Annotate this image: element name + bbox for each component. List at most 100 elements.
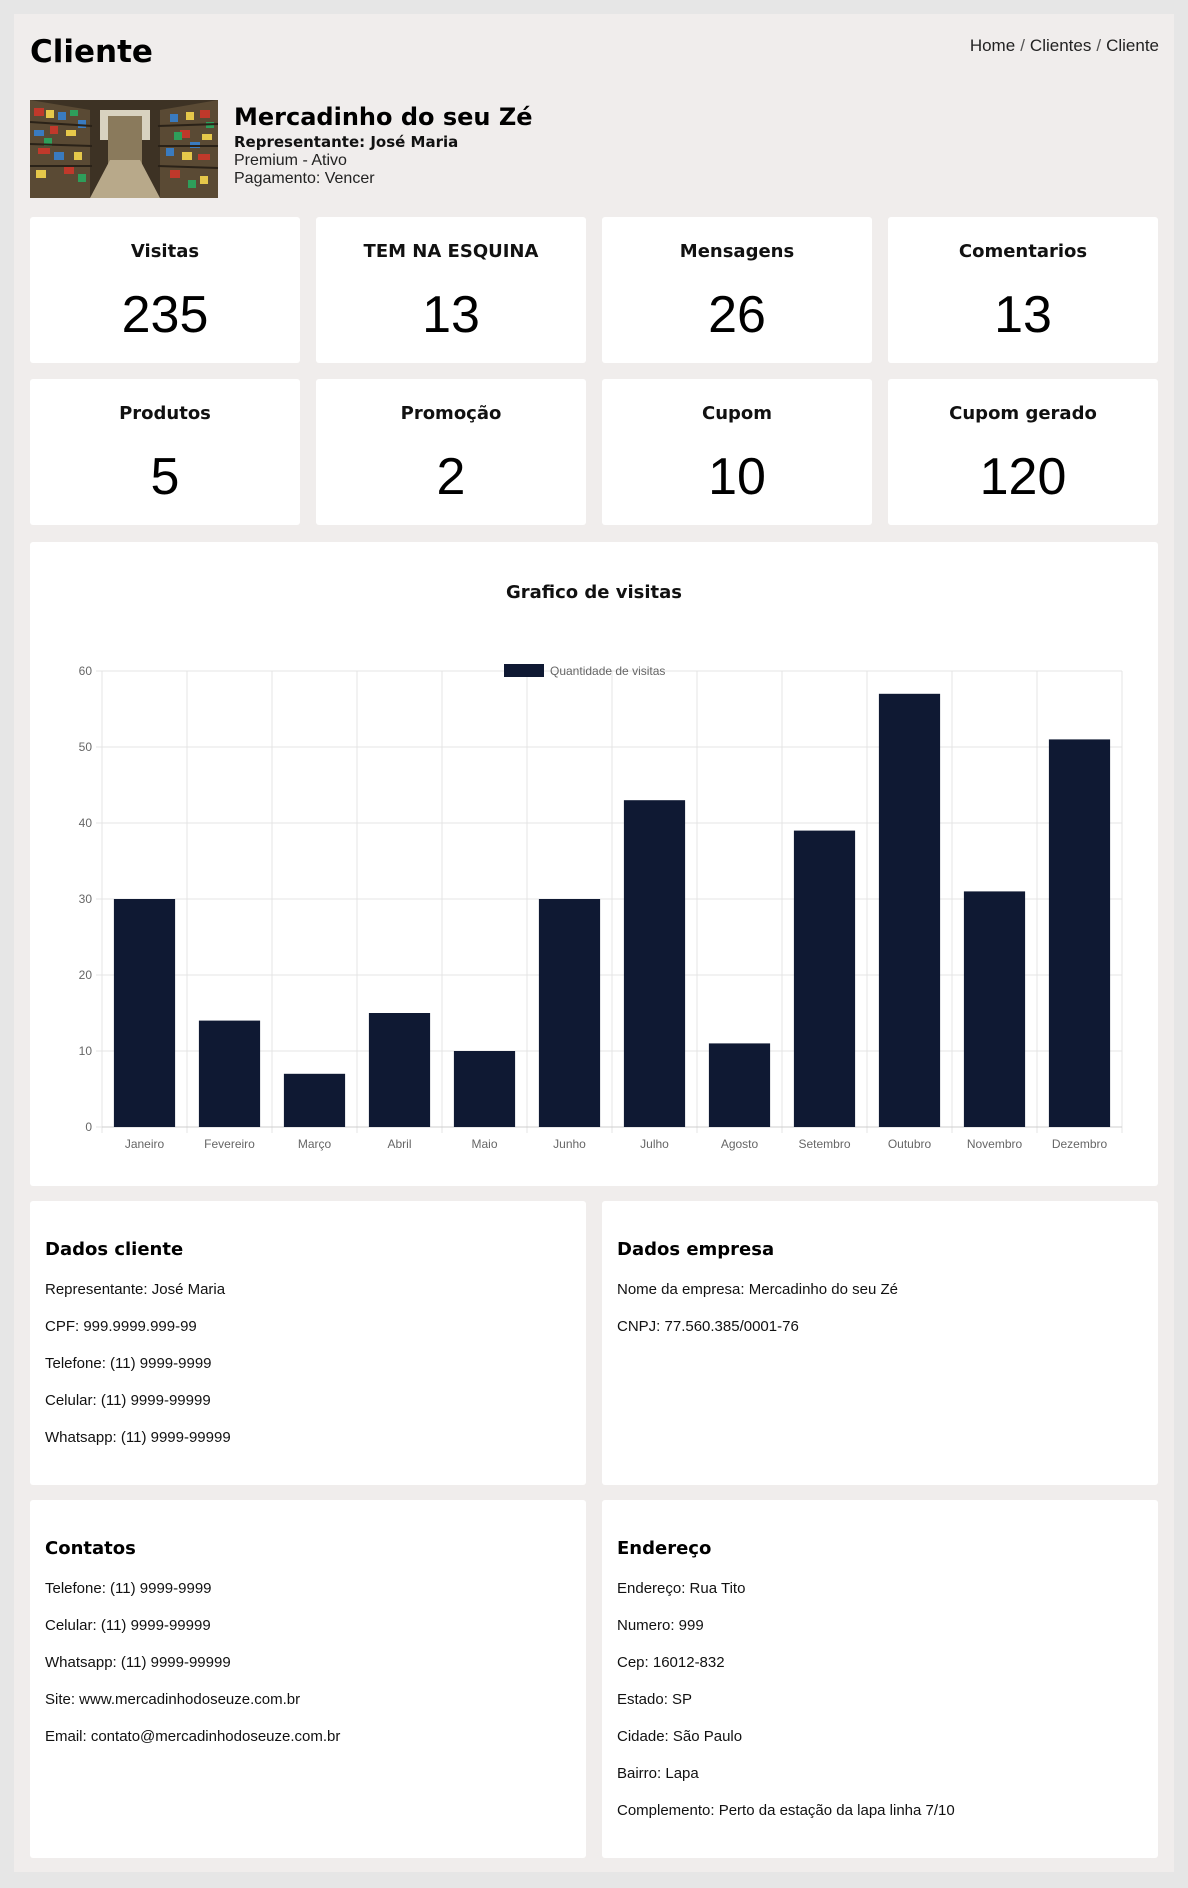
- x-tick-label: Setembro: [798, 1137, 850, 1151]
- legend-swatch: [504, 664, 544, 677]
- info-line-cpf: CPF: 999.9999.999-99: [45, 1318, 197, 1335]
- info-line-numero: Numero: 999: [617, 1617, 704, 1634]
- info-line-estado: Estado: SP: [617, 1691, 693, 1708]
- y-tick-label: 20: [79, 968, 93, 982]
- info-line-site: Site: www.mercadinhodoseuze.com.br: [45, 1691, 301, 1708]
- info-line-telefone: Telefone: (11) 9999-9999: [45, 1355, 212, 1372]
- info-line-endereco: Endereço: Rua Tito: [617, 1580, 746, 1597]
- info-line-complemento: Complemento: Perto da estação da lapa li…: [617, 1802, 955, 1819]
- info-line-email: Email: contato@mercadinhodoseuze.com.br: [45, 1728, 341, 1745]
- info-list: Nome da empresa: Mercadinho do seu Zé CN…: [617, 1281, 898, 1355]
- store-name: Mercadinho do seu Zé: [234, 103, 533, 131]
- info-line-bairro: Bairro: Lapa: [617, 1765, 699, 1782]
- info-list: Telefone: (11) 9999-9999 Celular: (11) 9…: [45, 1580, 340, 1765]
- stat-card-comentarios: Comentarios 13: [888, 217, 1158, 363]
- stat-card-promocao: Promoção 2: [316, 379, 586, 525]
- info-list: Endereço: Rua Tito Numero: 999 Cep: 1601…: [617, 1580, 955, 1839]
- bar-dezembro: [1048, 739, 1111, 1127]
- stat-card-cupom: Cupom 10: [602, 379, 872, 525]
- card-title: Contatos: [45, 1538, 136, 1559]
- bar-julho: [623, 800, 686, 1127]
- stat-value: 10: [708, 448, 766, 506]
- bar-março: [283, 1073, 346, 1127]
- breadcrumb-separator: /: [1020, 36, 1025, 55]
- bar-setembro: [793, 830, 856, 1127]
- dados-empresa-card: Dados empresa Nome da empresa: Mercadinh…: [602, 1201, 1158, 1485]
- info-line-cnpj: CNPJ: 77.560.385/0001-76: [617, 1318, 799, 1335]
- stat-label: Mensagens: [679, 241, 795, 262]
- info-line-telefone: Telefone: (11) 9999-9999: [45, 1580, 212, 1597]
- stat-card-visitas: Visitas 235: [30, 217, 300, 363]
- x-tick-label: Maio: [471, 1137, 497, 1151]
- visits-bar-chart: 0 10 20 30 40 50 60 Janeiro Fevereiro Março Abril M…: [79, 664, 1123, 1151]
- bar-novembro: [963, 891, 1026, 1127]
- dados-cliente-card: Dados cliente Representante: José Maria …: [30, 1201, 586, 1485]
- bar-outubro: [878, 693, 941, 1127]
- y-tick-label: 60: [79, 664, 93, 678]
- stat-value: 26: [708, 286, 766, 344]
- bar-fevereiro: [198, 1020, 261, 1127]
- bar-maio: [453, 1051, 516, 1127]
- stat-label: Promoção: [400, 403, 502, 424]
- bar-junho: [538, 899, 601, 1127]
- x-tick-label: Abril: [387, 1137, 411, 1151]
- card-title: Dados empresa: [617, 1239, 775, 1260]
- info-line-representante: Representante: José Maria: [45, 1281, 226, 1298]
- x-tick-label: Agosto: [721, 1137, 759, 1151]
- card-title: Endereço: [617, 1538, 712, 1559]
- breadcrumb-current: Cliente: [1106, 36, 1159, 55]
- bar-abril: [368, 1013, 431, 1127]
- info-line-cidade: Cidade: São Paulo: [617, 1728, 743, 1745]
- x-tick-label: Outubro: [888, 1137, 932, 1151]
- stat-label: Visitas: [130, 241, 200, 262]
- info-line-nome-empresa: Nome da empresa: Mercadinho do seu Zé: [617, 1281, 898, 1298]
- info-list: Representante: José Maria CPF: 999.9999.…: [45, 1281, 231, 1466]
- stat-label: Cupom gerado: [949, 403, 1097, 424]
- x-tick-label: Fevereiro: [204, 1137, 255, 1151]
- stat-value: 13: [422, 286, 480, 344]
- x-tick-label: Julho: [640, 1137, 669, 1151]
- breadcrumb-clientes[interactable]: Clientes: [1030, 36, 1091, 56]
- plan-status: Premium - Ativo: [234, 152, 347, 169]
- x-tick-label: Junho: [553, 1137, 586, 1151]
- y-tick-label: 0: [85, 1120, 92, 1134]
- info-line-celular: Celular: (11) 9999-99999: [45, 1617, 211, 1634]
- x-tick-label: Março: [298, 1137, 332, 1151]
- y-tick-label: 10: [79, 1044, 93, 1058]
- stat-label: Comentarios: [958, 241, 1088, 262]
- supermarket-aisle-image: [30, 100, 218, 198]
- y-tick-label: 40: [79, 816, 93, 830]
- info-line-cep: Cep: 16012-832: [617, 1654, 725, 1671]
- stat-value: 2: [436, 448, 466, 506]
- stat-card-cupom-gerado: Cupom gerado 120: [888, 379, 1158, 525]
- x-tick-label: Janeiro: [125, 1137, 165, 1151]
- stat-value: 5: [150, 448, 180, 506]
- stat-label: TEM NA ESQUINA: [363, 241, 539, 262]
- y-tick-label: 30: [79, 892, 93, 906]
- stat-value: 13: [994, 286, 1052, 344]
- stat-card-produtos: Produtos 5: [30, 379, 300, 525]
- store-photo: [30, 100, 218, 198]
- x-tick-label: Dezembro: [1052, 1137, 1108, 1151]
- card-title: Dados cliente: [45, 1239, 184, 1260]
- stat-label: Produtos: [119, 403, 211, 424]
- info-line-celular: Celular: (11) 9999-99999: [45, 1392, 211, 1409]
- bar-janeiro: [113, 899, 176, 1127]
- payment-status: Pagamento: Vencer: [234, 170, 375, 187]
- stat-label: Cupom: [701, 403, 773, 424]
- endereco-card: Endereço Endereço: Rua Tito Numero: 999 …: [602, 1500, 1158, 1858]
- breadcrumb: Home / Clientes / Cliente: [970, 36, 1159, 56]
- legend-label: Quantidade de visitas: [550, 664, 665, 678]
- profile-info: Mercadinho do seu Zé Representante: José…: [234, 102, 734, 188]
- info-line-whatsapp: Whatsapp: (11) 9999-99999: [45, 1654, 231, 1671]
- bar-agosto: [708, 1043, 771, 1127]
- visits-chart-card: Grafico de visitas 0 10 20 30 40 50 60 Janeiro F…: [30, 542, 1158, 1186]
- breadcrumb-home[interactable]: Home: [970, 36, 1015, 56]
- contatos-card: Contatos Telefone: (11) 9999-9999 Celula…: [30, 1500, 586, 1858]
- stat-value: 120: [979, 448, 1067, 506]
- stat-value: 235: [121, 286, 209, 344]
- client-page: Cliente Home / Clientes / Cliente Mercad…: [14, 14, 1174, 1872]
- page-title: Cliente: [30, 34, 153, 70]
- info-line-whatsapp: Whatsapp: (11) 9999-99999: [45, 1429, 231, 1446]
- x-tick-label: Novembro: [967, 1137, 1023, 1151]
